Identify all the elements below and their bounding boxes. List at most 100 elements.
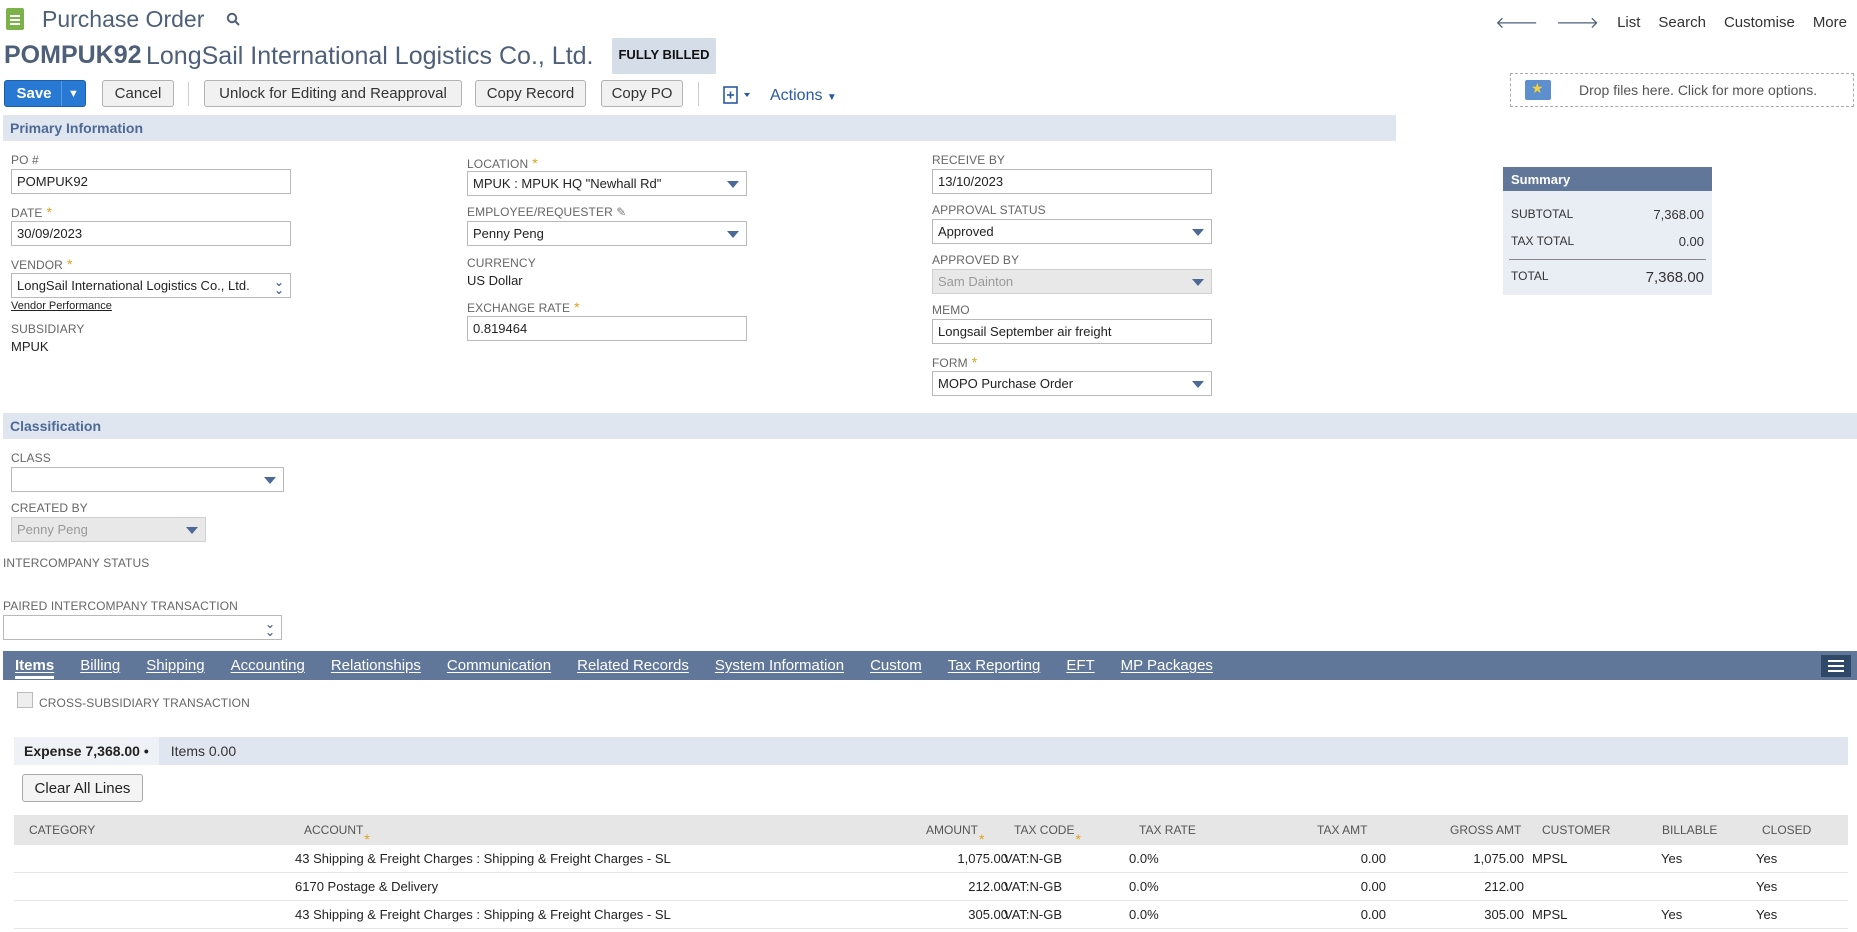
col-billable: BILLABLE	[1662, 823, 1718, 837]
form-value: MOPO Purchase Order	[938, 376, 1074, 391]
col-tax-amt: TAX AMT	[1317, 823, 1368, 837]
page-title: Purchase Order	[42, 6, 205, 32]
classification-section[interactable]: Classification	[3, 413, 1857, 439]
date-input[interactable]: 30/09/2023	[11, 221, 291, 246]
nav-search[interactable]: Search	[1658, 14, 1706, 31]
employee-label: EMPLOYEE/REQUESTER ✎	[467, 205, 627, 219]
cross-subsidiary-label: CROSS-SUBSIDIARY TRANSACTION	[39, 696, 250, 710]
exchange-rate-label: EXCHANGE RATE *	[467, 299, 580, 315]
currency-label: CURRENCY	[467, 256, 536, 270]
dropdown-arrow-icon	[1192, 279, 1204, 286]
receive-by-label: RECEIVE BY	[932, 153, 1006, 167]
actions-label: Actions	[770, 87, 823, 104]
approved-by-value: Sam Dainton	[938, 274, 1014, 289]
subtab-bar: Items Billing Shipping Accounting Relati…	[3, 651, 1857, 680]
tab-communication[interactable]: Communication	[447, 657, 551, 674]
print-icon[interactable]	[722, 84, 752, 106]
subsidiary-label: SUBSIDIARY	[11, 322, 85, 336]
tab-mp-packages[interactable]: MP Packages	[1121, 657, 1213, 674]
table-row[interactable]: 43 Shipping & Freight Charges : Shipping…	[14, 901, 1848, 929]
chevron-down-icon: ▼	[826, 92, 837, 103]
vendor-performance-link[interactable]: Vendor Performance	[11, 300, 112, 312]
table-header: CATEGORY ACCOUNT * AMOUNT * TAX CODE * TAX …	[14, 815, 1848, 847]
class-select[interactable]	[11, 467, 284, 492]
nav-more[interactable]: More	[1813, 14, 1847, 31]
col-closed: CLOSED	[1762, 823, 1812, 837]
table-row[interactable]: 6170 Postage & Delivery 212.00 VAT:N-GB …	[14, 873, 1848, 901]
approval-status-select[interactable]: Approved	[932, 219, 1212, 244]
intercompany-status-label: INTERCOMPANY STATUS	[3, 556, 150, 570]
created-by-select: Penny Peng	[11, 517, 206, 542]
layout-toggle-icon[interactable]	[1821, 655, 1851, 677]
memo-input[interactable]: Longsail September air freight	[932, 319, 1212, 344]
tab-system-information[interactable]: System Information	[715, 657, 844, 674]
nav-list[interactable]: List	[1617, 14, 1640, 31]
record-name: LongSail International Logistics Co., Lt…	[146, 42, 594, 70]
tab-eft[interactable]: EFT	[1066, 657, 1094, 674]
col-tax-code: TAX CODE *	[1014, 823, 1081, 847]
file-drop-zone[interactable]: Drop files here. Click for more options.	[1510, 73, 1854, 107]
nav-customise[interactable]: Customise	[1724, 14, 1795, 31]
receive-by-input[interactable]: 13/10/2023	[932, 169, 1212, 194]
dropdown-arrow-icon[interactable]	[727, 181, 739, 188]
tab-items[interactable]: Items	[15, 657, 55, 679]
currency-value: US Dollar	[467, 273, 523, 288]
col-gross-amt: GROSS AMT	[1450, 823, 1522, 837]
vendor-select[interactable]: LongSail International Logistics Co., Lt…	[11, 273, 291, 298]
paired-transaction-select[interactable]: ⌄ ⌄	[3, 615, 282, 640]
tab-tax-reporting[interactable]: Tax Reporting	[948, 657, 1041, 674]
employee-select[interactable]: Penny Peng	[467, 221, 747, 246]
copy-po-button[interactable]: Copy PO	[601, 80, 683, 107]
approved-by-label: APPROVED BY	[932, 253, 1020, 267]
tab-relationships[interactable]: Relationships	[331, 657, 421, 674]
form-label: FORM *	[932, 354, 978, 370]
table-row[interactable]: 43 Shipping & Freight Charges : Shipping…	[14, 845, 1848, 873]
folder-star-icon	[1525, 80, 1551, 100]
double-chevron-icon[interactable]: ⌄ ⌄	[265, 618, 275, 638]
created-by-label: CREATED BY	[11, 501, 88, 515]
unlock-button[interactable]: Unlock for Editing and Reapproval	[204, 80, 462, 107]
tab-shipping[interactable]: Shipping	[146, 657, 204, 674]
class-label: CLASS	[11, 451, 51, 465]
items-subtabs: Expense 7,368.00 • Items 0.00	[14, 737, 1848, 765]
dropdown-arrow-icon[interactable]	[1192, 381, 1204, 388]
tab-billing[interactable]: Billing	[80, 657, 120, 674]
save-label: Save	[16, 85, 52, 102]
primary-info-section[interactable]: Primary Information	[3, 115, 1396, 141]
col-account: ACCOUNT *	[304, 823, 370, 847]
exchange-rate-input[interactable]: 0.819464	[467, 316, 747, 341]
subtab-items[interactable]: Items 0.00	[159, 743, 248, 759]
tab-related-records[interactable]: Related Records	[577, 657, 689, 674]
save-menu-caret-icon[interactable]: ▼	[61, 81, 85, 106]
tab-accounting[interactable]: Accounting	[231, 657, 305, 674]
form-select[interactable]: MOPO Purchase Order	[932, 371, 1212, 396]
dropdown-arrow-icon[interactable]	[727, 231, 739, 238]
approval-status-value: Approved	[938, 224, 994, 239]
tab-custom[interactable]: Custom	[870, 657, 922, 674]
copy-record-button[interactable]: Copy Record	[475, 80, 586, 107]
top-nav: 🡐 🡒 List Search Customise More	[1495, 12, 1847, 33]
actions-menu[interactable]: Actions ▼	[770, 87, 837, 105]
save-button[interactable]: Save ▼	[4, 80, 86, 107]
cancel-button[interactable]: Cancel	[102, 80, 174, 107]
forward-arrow-icon[interactable]: 🡒	[1556, 12, 1599, 33]
created-by-value: Penny Peng	[17, 522, 88, 537]
search-icon[interactable]	[226, 12, 240, 26]
po-number-input[interactable]: POMPUK92	[11, 169, 291, 194]
dropdown-arrow-icon[interactable]	[1192, 229, 1204, 236]
summary-subtotal: SUBTOTAL 7,368.00	[1511, 207, 1704, 222]
back-arrow-icon[interactable]: 🡐	[1495, 12, 1538, 33]
location-label: LOCATION *	[467, 155, 538, 171]
subtab-expense[interactable]: Expense 7,368.00 •	[14, 737, 159, 765]
status-badge: FULLY BILLED	[612, 38, 716, 74]
clear-all-lines-button[interactable]: Clear All Lines	[22, 774, 143, 802]
double-chevron-icon[interactable]: ⌄ ⌄	[274, 276, 284, 296]
cross-subsidiary-checkbox[interactable]	[17, 692, 33, 708]
dropdown-arrow-icon[interactable]	[264, 477, 276, 484]
record-id: POMPUK92	[4, 41, 142, 69]
location-select[interactable]: MPUK : MPUK HQ "Newhall Rd"	[467, 171, 747, 196]
memo-label: MEMO	[932, 303, 970, 317]
summary-title: Summary	[1503, 167, 1712, 191]
po-label: PO #	[11, 153, 39, 167]
pencil-icon[interactable]: ✎	[616, 205, 626, 219]
